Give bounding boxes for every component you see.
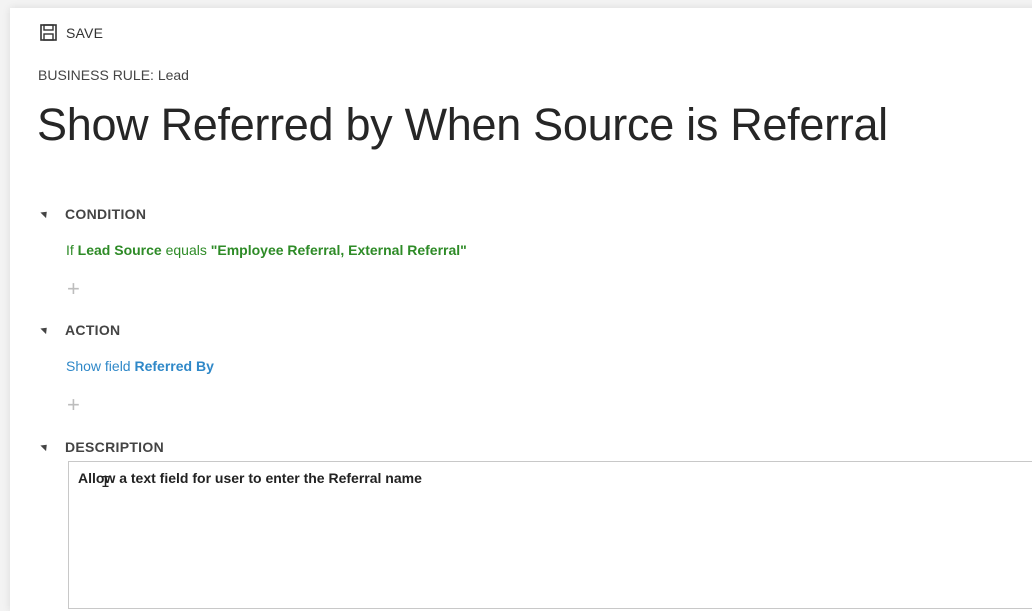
condition-operator: equals <box>165 242 207 258</box>
description-heading: DESCRIPTION <box>65 439 164 455</box>
collapse-triangle-icon <box>40 208 50 218</box>
description-section-toggle[interactable]: DESCRIPTION <box>40 439 164 455</box>
action-section-toggle[interactable]: ACTION <box>40 322 121 338</box>
action-clause[interactable]: Show field Referred By <box>66 358 214 374</box>
save-label: SAVE <box>66 24 104 41</box>
description-textarea[interactable]: Allow a text field for user to enter the… <box>68 461 1032 609</box>
entity-name: Lead <box>157 67 189 83</box>
page-title: Show Referred by When Source is Referral <box>37 99 888 150</box>
collapse-triangle-icon <box>40 441 50 451</box>
condition-field: Lead Source <box>77 242 162 258</box>
condition-section-toggle[interactable]: CONDITION <box>40 206 147 222</box>
condition-value: "Employee Referral, External Referral" <box>210 242 467 258</box>
action-prefix: Show field <box>66 358 131 374</box>
add-action-plus-icon[interactable]: + <box>67 394 80 416</box>
save-disk-icon <box>40 24 57 41</box>
entity-breadcrumb: BUSINESS RULE: Lead <box>38 67 189 83</box>
action-field: Referred By <box>134 358 214 374</box>
entity-prefix: BUSINESS RULE: <box>38 67 154 83</box>
condition-clause[interactable]: If Lead Source equals "Employee Referral… <box>66 242 467 258</box>
condition-prefix: If <box>66 242 74 258</box>
save-button[interactable]: SAVE <box>40 24 103 41</box>
collapse-triangle-icon <box>40 324 50 334</box>
condition-heading: CONDITION <box>65 206 147 222</box>
action-heading: ACTION <box>65 322 121 338</box>
add-condition-plus-icon[interactable]: + <box>67 278 80 300</box>
